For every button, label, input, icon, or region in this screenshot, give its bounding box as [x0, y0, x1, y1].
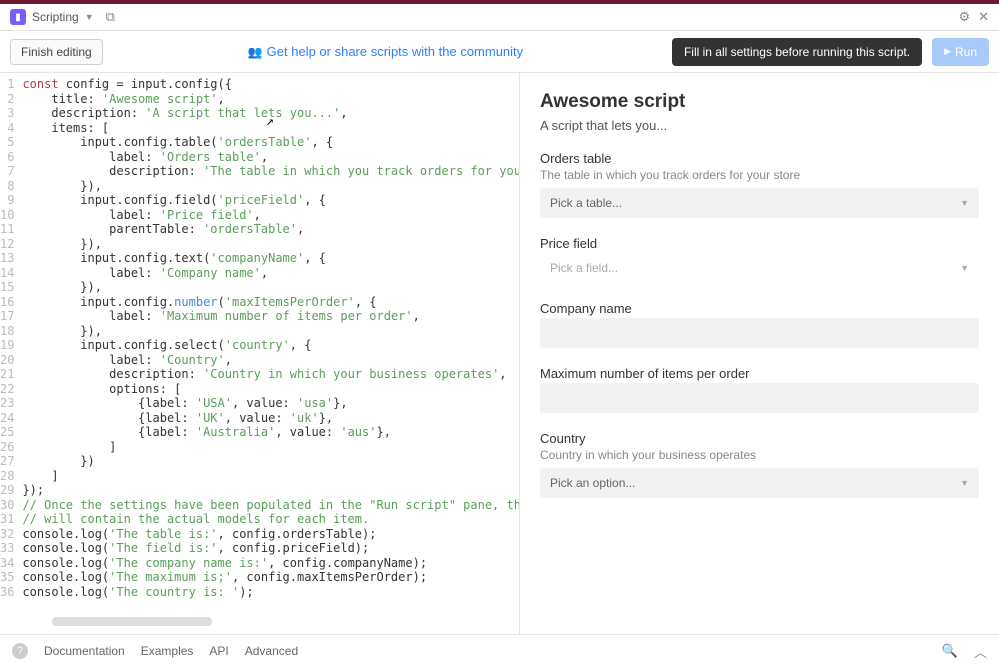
code-content[interactable]: const config = input.config({ title: 'Aw… — [22, 77, 520, 599]
field-label: Company name — [540, 301, 979, 316]
toolbar: Finish editing 👥 Get help or share scrip… — [0, 31, 999, 73]
script-title: Awesome script — [540, 91, 979, 113]
gear-icon[interactable]: ⚙ — [958, 9, 970, 25]
tab-examples[interactable]: Examples — [141, 644, 194, 658]
chevron-down-icon[interactable]: ▼ — [85, 12, 94, 22]
help-icon[interactable]: ? — [12, 643, 28, 659]
people-icon: 👥 — [248, 45, 263, 59]
run-button[interactable]: ▶ Run — [932, 38, 989, 66]
toast-message: Fill in all settings before running this… — [672, 38, 922, 66]
setting-field: Orders table The table in which you track… — [540, 151, 979, 218]
setting-field: Company name — [540, 301, 979, 348]
chevron-down-icon: ▼ — [960, 263, 969, 273]
select-input[interactable]: Pick a field...▼ — [540, 253, 979, 283]
horizontal-scrollbar[interactable] — [52, 617, 212, 626]
field-label: Country — [540, 431, 979, 446]
field-label: Orders table — [540, 151, 979, 166]
setting-field: Price field Pick a field...▼ — [540, 236, 979, 283]
help-label: Get help or share scripts with the commu… — [267, 44, 524, 59]
field-description: The table in which you track orders for … — [540, 168, 979, 182]
line-number-gutter: 1234567891011121314151617181920212223242… — [0, 77, 22, 599]
setting-field: Country Country in which your business op… — [540, 431, 979, 498]
help-link[interactable]: 👥 Get help or share scripts with the com… — [248, 44, 523, 59]
finish-editing-button[interactable]: Finish editing — [10, 39, 103, 65]
close-icon[interactable]: ✕ — [978, 9, 989, 25]
tab-documentation[interactable]: Documentation — [44, 644, 125, 658]
popout-icon[interactable]: ⧉ — [106, 9, 115, 25]
field-label: Price field — [540, 236, 979, 251]
script-description: A script that lets you... — [540, 118, 979, 133]
play-icon: ▶ — [944, 46, 951, 57]
field-description: Country in which your business operates — [540, 448, 979, 462]
main-area: 1234567891011121314151617181920212223242… — [0, 73, 999, 634]
text-input[interactable] — [540, 318, 979, 348]
field-label: Maximum number of items per order — [540, 366, 979, 381]
app-icon: ▮ — [10, 9, 26, 25]
select-input[interactable]: Pick a table...▼ — [540, 188, 979, 218]
chevron-down-icon: ▼ — [960, 478, 969, 488]
chevron-up-icon[interactable]: ︿ — [974, 642, 987, 661]
code-editor[interactable]: 1234567891011121314151617181920212223242… — [0, 73, 520, 634]
text-input[interactable] — [540, 383, 979, 413]
chevron-down-icon: ▼ — [960, 198, 969, 208]
window-title-bar: ▮ Scripting ▼ ⧉ ⚙ ✕ — [0, 0, 999, 31]
setting-field: Maximum number of items per order — [540, 366, 979, 413]
select-input[interactable]: Pick an option...▼ — [540, 468, 979, 498]
bottom-bar: ? Documentation Examples API Advanced 🔍 … — [0, 634, 999, 667]
run-label: Run — [955, 45, 977, 59]
tab-advanced[interactable]: Advanced — [245, 644, 298, 658]
search-icon[interactable]: 🔍 — [942, 643, 958, 659]
settings-pane: Awesome script A script that lets you...… — [520, 73, 999, 634]
app-title: Scripting — [32, 10, 79, 24]
tab-api[interactable]: API — [209, 644, 228, 658]
